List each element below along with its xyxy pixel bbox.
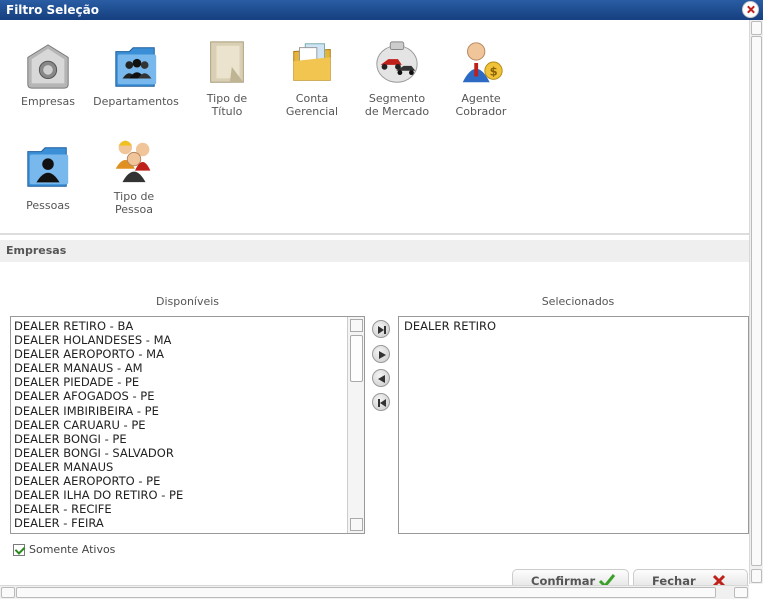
document-icon	[210, 41, 244, 83]
list-item[interactable]: DEALER MANAUS - AM	[11, 361, 364, 375]
list-item[interactable]: DEALER PIEDADE - PE	[11, 375, 364, 389]
selected-list[interactable]: DEALER RETIRO	[398, 316, 749, 534]
page-horizontal-scrollbar[interactable]	[0, 585, 749, 599]
category-agente-cobrador[interactable]: $ Agente Cobrador	[436, 38, 526, 118]
move-all-left-icon	[378, 399, 386, 407]
list-item[interactable]: DEALER AEROPORTO - PE	[11, 474, 364, 488]
only-active-checkbox[interactable]	[13, 543, 25, 556]
category-label: Empresas	[21, 95, 75, 108]
folder-notes-icon	[293, 43, 331, 81]
list-item[interactable]: DEALER BONGI - PE	[11, 432, 364, 446]
safe-icon	[27, 44, 69, 89]
only-active-label: Somente Ativos	[29, 543, 116, 556]
list-item[interactable]: DEALER CARUARU - PE	[11, 418, 364, 432]
move-all-right-icon	[378, 326, 386, 334]
only-active-option[interactable]: Somente Ativos	[13, 543, 115, 556]
category-label: Agente Cobrador	[455, 92, 507, 118]
scroll-thumb[interactable]	[751, 36, 762, 566]
category-label: Tipo de Título	[206, 92, 248, 118]
scroll-left-icon[interactable]	[1, 587, 15, 598]
filter-dialog: Filtro Seleção Empresas Departamentos Ti…	[0, 0, 763, 599]
list-item[interactable]: DEALER - FEIRA	[11, 516, 364, 530]
scroll-down-icon[interactable]	[751, 569, 762, 583]
category-departamentos[interactable]: Departamentos	[91, 42, 181, 108]
scroll-up-icon[interactable]	[751, 21, 762, 35]
move-left-icon	[378, 375, 385, 383]
category-label: Conta Gerencial	[285, 92, 339, 118]
svg-text:$: $	[490, 65, 498, 79]
list-item[interactable]: DEALER BONGI - SALVADOR	[11, 446, 364, 460]
window-title: Filtro Seleção	[6, 3, 99, 17]
scroll-thumb[interactable]	[16, 587, 716, 598]
category-label: Tipo de Pessoa	[113, 190, 155, 216]
list-item[interactable]: DEALER IMBIRIBEIRA - PE	[11, 404, 364, 418]
move-all-left-button[interactable]	[372, 393, 390, 411]
scroll-right-icon[interactable]	[734, 587, 748, 598]
list-scrollbar[interactable]	[347, 317, 364, 533]
list-item[interactable]: DEALER HOLANDESES - MA	[11, 333, 364, 347]
list-item[interactable]: DEALER AFOGADOS - PE	[11, 389, 364, 403]
scroll-thumb[interactable]	[350, 335, 363, 382]
section-title: Empresas	[0, 240, 749, 262]
available-header: Disponíveis	[155, 295, 220, 308]
available-list[interactable]: DEALER RETIRO - BA DEALER HOLANDESES - MA…	[10, 316, 365, 534]
divider	[0, 233, 749, 235]
category-conta-gerencial[interactable]: Conta Gerencial	[267, 38, 357, 118]
scroll-up-icon[interactable]	[350, 319, 363, 332]
people-folder-icon	[115, 47, 157, 87]
list-item[interactable]: DEALER ILHA DO RETIRO - PE	[11, 488, 364, 502]
category-empresas[interactable]: Empresas	[3, 42, 93, 108]
move-right-button[interactable]	[372, 345, 390, 363]
close-icon[interactable]	[742, 1, 759, 18]
selected-header: Selecionados	[541, 295, 615, 308]
scroll-down-icon[interactable]	[350, 518, 363, 531]
category-label: Segmento de Mercado	[364, 92, 430, 118]
title-bar: Filtro Seleção	[0, 0, 763, 20]
category-tipo-pessoa[interactable]: Tipo de Pessoa	[89, 136, 179, 216]
move-left-button[interactable]	[372, 369, 390, 387]
category-label: Pessoas	[26, 199, 70, 212]
category-segmento-mercado[interactable]: Segmento de Mercado	[352, 38, 442, 118]
list-item[interactable]: DEALER RETIRO	[401, 319, 748, 333]
page-vertical-scrollbar[interactable]	[749, 20, 763, 584]
person-folder-icon	[27, 147, 69, 187]
workers-icon	[115, 140, 151, 183]
category-tipo-titulo[interactable]: Tipo de Título	[182, 38, 272, 118]
collector-icon: $	[462, 42, 503, 83]
list-item[interactable]: DEALER AEROPORTO - MA	[11, 347, 364, 361]
cars-icon	[376, 41, 418, 83]
category-pessoas[interactable]: Pessoas	[3, 142, 93, 212]
category-label: Departamentos	[93, 95, 179, 108]
list-item[interactable]: DEALER RETIRO - BA	[11, 319, 364, 333]
list-item[interactable]: DEALER MANAUS	[11, 460, 364, 474]
move-right-icon	[379, 351, 386, 359]
move-all-right-button[interactable]	[372, 320, 390, 338]
list-item[interactable]: DEALER - RECIFE	[11, 502, 364, 516]
